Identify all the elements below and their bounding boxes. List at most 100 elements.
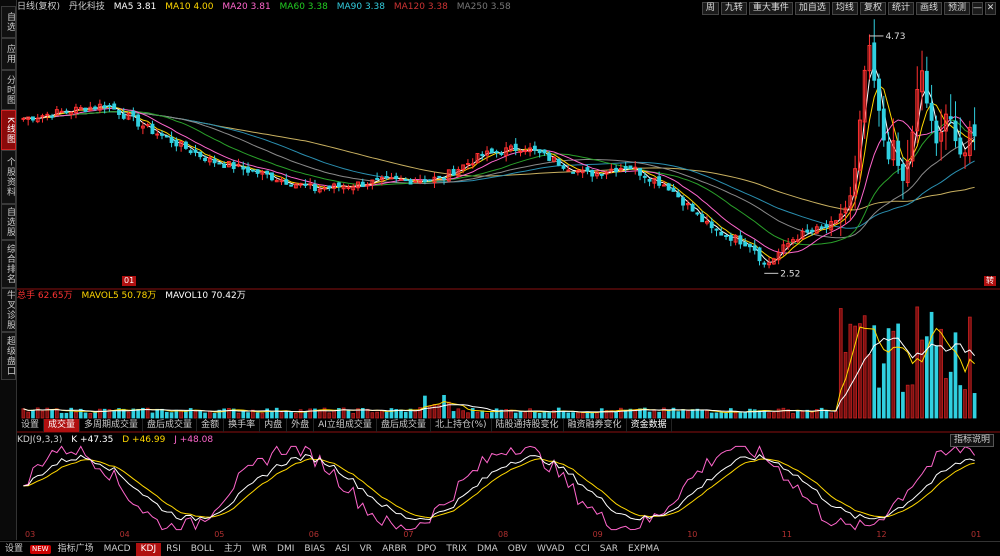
volume-tab[interactable]: 设置 (17, 419, 45, 432)
volume-tab[interactable]: 外盘 (287, 419, 315, 432)
indicator-tab[interactable]: MACD (99, 543, 136, 556)
indicator-tab[interactable]: SAR (595, 543, 623, 556)
chart-area: 日线(复权) 丹化科技 MA5 3.81 MA10 4.00 MA20 3.81… (17, 0, 1000, 540)
volume-tab[interactable]: 多周期成交量 (80, 419, 144, 432)
volume-bar (456, 408, 461, 419)
kdj-legend: KDJ(9,3,3) K +47.35 D +46.99 J +48.08 (17, 434, 219, 446)
candle-body (547, 152, 552, 161)
indicator-tab[interactable]: 指标广场 (53, 543, 99, 556)
volume-bar (967, 316, 972, 419)
volume-bar (207, 410, 212, 419)
indicator-tab[interactable]: CCI (570, 543, 595, 556)
candle-body (542, 149, 547, 154)
volume-bar (738, 412, 743, 419)
indicator-tab[interactable]: EXPMA (623, 543, 664, 556)
candle-body (217, 162, 222, 165)
indicator-tab[interactable]: DPO (412, 543, 441, 556)
candle-body (408, 179, 413, 185)
candle-body (661, 184, 666, 187)
sidebar-tab[interactable]: 超级盘口 (1, 332, 16, 380)
volume-tab[interactable]: AI立组成交量 (314, 419, 377, 432)
volume-tab[interactable]: 内盘 (260, 419, 288, 432)
volume-bars (21, 306, 977, 419)
volume-bar (298, 409, 303, 419)
volume-bar (537, 412, 542, 419)
indicator-tab[interactable]: OBV (503, 543, 532, 556)
volume-bar (432, 404, 437, 419)
indicator-tab[interactable]: RSI (161, 543, 186, 556)
candle-body (384, 175, 389, 179)
indicator-tab[interactable]: 主力 (219, 543, 247, 556)
moving-average-lines (23, 63, 975, 263)
sidebar-tab[interactable]: 自选股 (1, 204, 16, 240)
indicator-tab[interactable]: BOLL (186, 543, 219, 556)
candle-body (169, 136, 174, 143)
indicator-tab[interactable]: TRIX (441, 543, 472, 556)
sidebar-tab[interactable]: K线图 (1, 110, 16, 150)
sidebar-tab[interactable]: 自选 (1, 6, 16, 38)
sidebar-tab[interactable]: 综合排名 (1, 240, 16, 288)
indicator-help-button[interactable]: 指标说明 (949, 434, 994, 447)
vol-legend: 总手 62.65万 (17, 291, 73, 301)
indicator-tab[interactable]: BIAS (299, 543, 330, 556)
volume-bar (98, 408, 102, 419)
volume-tab[interactable]: 盘后成交量 (143, 419, 198, 432)
sidebar-tab[interactable]: 个股资料 (1, 150, 16, 204)
candle-body (695, 212, 700, 215)
candle-body (900, 164, 905, 181)
indicator-tab[interactable]: ARBR (377, 543, 412, 556)
volume-bar (279, 412, 284, 419)
sidebar-tab[interactable]: 牛叉诊股 (1, 288, 16, 332)
candle-body (513, 143, 518, 151)
candle-body (313, 184, 317, 192)
x-axis-label: 06 (309, 530, 319, 539)
volume-bar (772, 412, 776, 419)
volume-bar (824, 410, 829, 419)
candle-body (155, 133, 160, 136)
volume-tab[interactable]: 陆股通持股变化 (492, 419, 564, 432)
candle-body (389, 177, 394, 180)
volume-tab[interactable]: 成交量 (44, 419, 81, 432)
chart-svg[interactable]: 4.73 2.52 03 04 05 06 07 08 09 10 11 12 01 (17, 0, 1000, 540)
indicator-tab[interactable]: WVAD (532, 543, 570, 556)
candle-body (728, 234, 733, 241)
indicator-tab[interactable]: KDJ (135, 543, 162, 556)
volume-bar (781, 407, 786, 419)
volume-bar (533, 411, 537, 419)
volume-bar (571, 412, 575, 419)
indicator-tabs: 设置 NEW 指标广场 MACD KDJ RSI BOLL 主力 WR DMI BIAS ASI VR A… (0, 541, 1000, 556)
volume-tab[interactable]: 金额 (197, 419, 225, 432)
volume-bar (657, 411, 661, 419)
volume-tab[interactable]: 融资融券变化 (564, 419, 627, 432)
volume-tab[interactable]: 盘后成交量 (377, 419, 431, 432)
volume-bar (93, 412, 97, 419)
volume-tab[interactable]: 资金数据 (627, 419, 672, 432)
candle-body (972, 124, 977, 137)
sidebar-tab[interactable]: 应用 (1, 38, 16, 70)
volume-bar (270, 411, 274, 419)
volume-bar (222, 408, 226, 419)
volume-bar (451, 411, 456, 419)
volume-tab[interactable]: 换手率 (224, 419, 261, 432)
indicator-tab[interactable]: WR (247, 543, 272, 556)
candle-body (437, 175, 442, 178)
volume-bar (346, 410, 351, 419)
volume-bar (160, 408, 164, 419)
volume-bar (958, 385, 963, 419)
indicator-tab[interactable]: DMA (472, 543, 503, 556)
j-legend: J +48.08 (174, 435, 214, 445)
indicator-tab[interactable]: DMI (272, 543, 299, 556)
indicator-tab[interactable]: ASI (330, 543, 355, 556)
indicator-tab[interactable]: 设置 (0, 543, 28, 556)
candle-body (958, 137, 963, 155)
candle-body (231, 162, 236, 170)
volume-bar (136, 408, 140, 419)
volume-bar (676, 411, 681, 419)
volume-tab[interactable]: 北上持仓(%) (431, 419, 492, 432)
volume-bar (289, 411, 293, 419)
volume-bar (83, 412, 88, 419)
volume-bar (164, 411, 169, 419)
candle-body (164, 135, 169, 138)
indicator-tab[interactable]: VR (355, 543, 377, 556)
sidebar-tab[interactable]: 分时图 (1, 70, 16, 110)
